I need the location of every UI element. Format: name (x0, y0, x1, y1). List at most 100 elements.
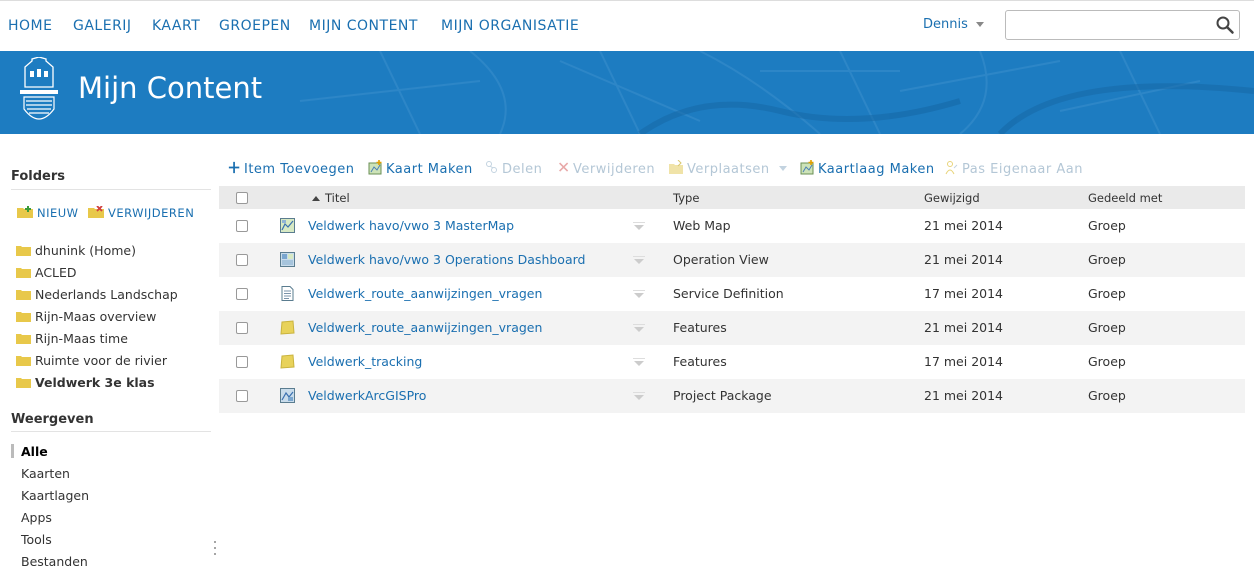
item-modified: 17 mei 2014 (924, 286, 1004, 301)
chevron-down-icon[interactable] (633, 256, 645, 266)
item-shared: Groep (1088, 218, 1126, 233)
view-all[interactable]: Alle (21, 444, 48, 459)
item-title-link[interactable]: VeldwerkArcGISPro (308, 388, 426, 403)
view-files[interactable]: Bestanden (21, 554, 88, 569)
item-shared: Groep (1088, 286, 1126, 301)
row-checkbox[interactable] (236, 356, 248, 368)
folder-item[interactable]: Nederlands Landschap (16, 287, 178, 302)
item-type: Operation View (673, 252, 769, 267)
chevron-down-icon (778, 166, 787, 171)
features-icon (280, 320, 295, 335)
chevron-down-icon[interactable] (633, 290, 645, 300)
sidebar: Folders NIEUW VERWIJDEREN dhunink (Home)… (0, 134, 217, 581)
add-item-label: Item Toevoegen (244, 162, 355, 177)
table-row: Veldwerk_route_aanwijzingen_vragen Featu… (219, 311, 1245, 345)
search-box (1005, 10, 1240, 40)
row-checkbox[interactable] (236, 220, 248, 232)
item-shared: Groep (1088, 388, 1126, 403)
item-title-link[interactable]: Veldwerk_route_aanwijzingen_vragen (308, 286, 542, 301)
make-layer-button[interactable]: Kaartlaag Maken (800, 160, 935, 177)
item-shared: Groep (1088, 354, 1126, 369)
user-name: Dennis (923, 17, 968, 32)
select-all-checkbox[interactable] (236, 192, 248, 204)
table-row: Veldwerk havo/vwo 3 Operations Dashboard… (219, 243, 1245, 277)
row-checkbox[interactable] (236, 288, 248, 300)
folder-icon (16, 376, 31, 388)
nav-groepen[interactable]: GROEPEN (219, 18, 291, 34)
view-heading: Weergeven (11, 412, 94, 427)
view-tools[interactable]: Tools (21, 532, 52, 547)
user-menu[interactable]: Dennis (923, 17, 984, 32)
change-owner-label: Pas Eigenaar Aan (962, 162, 1083, 177)
folder-label: Rijn-Maas overview (35, 309, 157, 324)
nav-mijn-content[interactable]: MIJN CONTENT (309, 18, 418, 34)
new-layer-icon (800, 160, 814, 175)
item-modified: 21 mei 2014 (924, 252, 1004, 267)
share-button[interactable]: Delen (484, 160, 542, 177)
item-title-link[interactable]: Veldwerk havo/vwo 3 Operations Dashboard (308, 252, 585, 267)
nav-galerij[interactable]: GALERIJ (73, 18, 132, 34)
folder-icon (16, 332, 31, 344)
chevron-down-icon[interactable] (633, 358, 645, 368)
view-layers[interactable]: Kaartlagen (21, 488, 89, 503)
page-title: Mijn Content (78, 71, 263, 105)
delete-icon (559, 162, 569, 172)
view-apps[interactable]: Apps (21, 510, 52, 525)
make-map-button[interactable]: Kaart Maken (368, 160, 473, 177)
item-type: Web Map (673, 218, 731, 233)
delete-button[interactable]: Verwijderen (558, 160, 655, 177)
chevron-down-icon[interactable] (633, 392, 645, 402)
delete-folder-button[interactable]: VERWIJDEREN (88, 206, 194, 220)
column-header-modified[interactable]: Gewijzigd (924, 191, 980, 205)
chevron-down-icon[interactable] (633, 324, 645, 334)
item-title-link[interactable]: Veldwerk_route_aanwijzingen_vragen (308, 320, 542, 335)
item-modified: 21 mei 2014 (924, 218, 1004, 233)
column-header-type[interactable]: Type (673, 191, 699, 205)
column-header-title[interactable]: Titel (312, 191, 350, 205)
features-icon (280, 354, 295, 369)
share-label: Delen (502, 162, 543, 177)
folder-item[interactable]: Rijn-Maas time (16, 331, 128, 346)
top-navigation: HOME GALERIJ KAART GROEPEN MIJN CONTENT … (0, 0, 1254, 51)
folder-icon (16, 266, 31, 278)
row-checkbox[interactable] (236, 390, 248, 402)
item-title-link[interactable]: Veldwerk_tracking (308, 354, 422, 369)
item-title-link[interactable]: Veldwerk havo/vwo 3 MasterMap (308, 218, 514, 233)
item-type: Features (673, 354, 727, 369)
search-icon[interactable] (1215, 15, 1235, 35)
search-input[interactable] (1006, 11, 1206, 39)
column-header-shared[interactable]: Gedeeld met (1088, 191, 1162, 205)
folder-item-active[interactable]: Veldwerk 3e klas (16, 375, 155, 390)
folders-heading: Folders (11, 169, 66, 184)
folder-item[interactable]: ACLED (16, 265, 77, 280)
item-type: Features (673, 320, 727, 335)
folder-item[interactable]: dhunink (Home) (16, 243, 136, 258)
row-checkbox[interactable] (236, 254, 248, 266)
item-shared: Groep (1088, 320, 1126, 335)
folder-item[interactable]: Ruimte voor de rivier (16, 353, 167, 368)
folder-label: dhunink (Home) (35, 243, 136, 258)
make-layer-label: Kaartlaag Maken (818, 162, 935, 177)
new-folder-button[interactable]: NIEUW (17, 206, 79, 220)
web-map-icon (280, 218, 295, 233)
share-icon (486, 161, 497, 173)
move-label: Verplaatsen (687, 162, 770, 177)
row-checkbox[interactable] (236, 322, 248, 334)
resize-handle[interactable] (213, 539, 217, 559)
document-icon (281, 286, 294, 301)
divider (11, 189, 211, 190)
nav-kaart[interactable]: KAART (152, 18, 200, 34)
chevron-down-icon[interactable] (633, 222, 645, 232)
active-view-marker (11, 444, 14, 458)
plus-icon (228, 161, 240, 174)
folder-icon (16, 310, 31, 322)
project-package-icon (280, 388, 295, 403)
folder-item[interactable]: Rijn-Maas overview (16, 309, 156, 324)
add-item-button[interactable]: Item Toevoegen (228, 160, 355, 177)
move-button[interactable]: Verplaatsen (669, 160, 787, 177)
change-owner-button[interactable]: Pas Eigenaar Aan (944, 160, 1083, 177)
move-folder-icon (669, 160, 683, 174)
nav-mijn-organisatie[interactable]: MIJN ORGANISATIE (441, 18, 579, 34)
nav-home[interactable]: HOME (8, 18, 52, 34)
view-maps[interactable]: Kaarten (21, 466, 70, 481)
